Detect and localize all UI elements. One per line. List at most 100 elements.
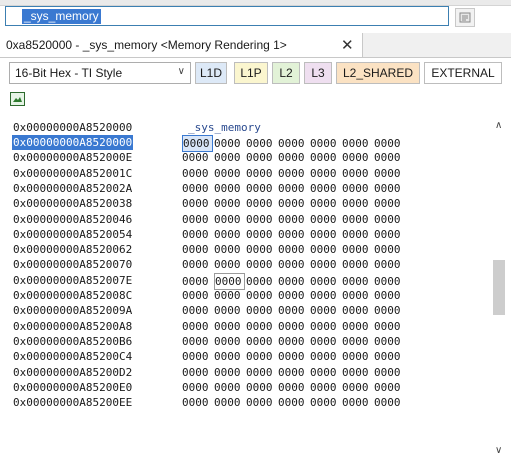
memory-word-cell[interactable]: 0000 <box>182 365 214 380</box>
memory-word-cell[interactable]: 0000 <box>278 365 310 380</box>
memory-word-cell[interactable]: 0000 <box>182 150 214 165</box>
memory-word-cell[interactable]: 0000 <box>214 166 246 181</box>
memory-word-cell[interactable]: 0000 <box>278 242 310 257</box>
memory-word-cell[interactable]: 0000 <box>182 349 214 364</box>
memory-word-cell[interactable]: 0000 <box>182 196 214 211</box>
memory-word-cell[interactable]: 0000 <box>278 212 310 227</box>
new-rendering-button[interactable] <box>455 8 475 27</box>
memory-word-cell[interactable]: 0000 <box>246 150 278 165</box>
row-address[interactable]: 0x00000000A852009A <box>13 303 132 318</box>
memory-word-cell[interactable]: 0000 <box>278 150 310 165</box>
memory-address-input[interactable]: _sys_memory <box>5 6 449 26</box>
memory-word-cell[interactable]: 0000 <box>278 288 310 303</box>
memory-word-cell[interactable]: 0000 <box>374 380 406 395</box>
memory-word-cell[interactable]: 0000 <box>310 150 342 165</box>
memory-word-cell[interactable]: 0000 <box>182 334 214 349</box>
memory-word-cell[interactable]: 0000 <box>342 136 374 151</box>
row-address[interactable]: 0x00000000A85200D2 <box>13 365 132 380</box>
memory-word-cell[interactable]: 0000 <box>214 196 246 211</box>
memory-word-cell[interactable]: 0000 <box>246 274 278 289</box>
memory-word-cell[interactable]: 0000 <box>214 319 246 334</box>
memory-word-cell[interactable]: 0000 <box>310 395 342 410</box>
tab-memory-rendering[interactable]: 0xa8520000 - _sys_memory <Memory Renderi… <box>0 33 363 57</box>
memory-word-cell[interactable]: 0000 <box>374 257 406 272</box>
memory-word-cell[interactable]: 0000 <box>342 181 374 196</box>
memory-word-cell[interactable]: 0000 <box>246 196 278 211</box>
memory-word-cell[interactable]: 0000 <box>246 181 278 196</box>
memory-word-cell[interactable]: 0000 <box>214 395 246 410</box>
memory-word-cell[interactable]: 0000 <box>278 380 310 395</box>
vertical-scrollbar[interactable]: ∧ ∨ <box>488 112 511 458</box>
memory-word-cell[interactable]: 0000 <box>246 319 278 334</box>
memory-word-cell[interactable]: 0000 <box>310 181 342 196</box>
memory-word-cell[interactable]: 0000 <box>374 365 406 380</box>
row-address[interactable]: 0x00000000A8520054 <box>13 227 132 242</box>
memory-word-cell[interactable]: 0000 <box>310 288 342 303</box>
memory-word-cell[interactable]: 0000 <box>246 166 278 181</box>
memory-word-cell[interactable]: 0000 <box>214 257 246 272</box>
memory-word-cell[interactable]: 0000 <box>214 303 246 318</box>
memory-word-cell[interactable]: 0000 <box>278 181 310 196</box>
memory-word-cell[interactable]: 0000 <box>374 274 406 289</box>
row-address[interactable]: 0x00000000A852000E <box>13 150 132 165</box>
memory-word-cell[interactable]: 0000 <box>182 212 214 227</box>
row-address[interactable]: 0x00000000A85200E0 <box>13 380 132 395</box>
row-address[interactable]: 0x00000000A852007E <box>13 273 132 288</box>
memory-word-cell[interactable]: 0000 <box>182 319 214 334</box>
memory-word-cell[interactable]: 0000 <box>214 349 246 364</box>
memory-word-cell[interactable]: 0000 <box>278 319 310 334</box>
memory-word-cell[interactable]: 0000 <box>342 227 374 242</box>
cache-level-button-l1p[interactable]: L1P <box>234 62 268 84</box>
row-address[interactable]: 0x00000000A8520038 <box>13 196 132 211</box>
memory-word-cell[interactable]: 0000 <box>214 288 246 303</box>
row-address[interactable]: 0x00000000A852008C <box>13 288 132 303</box>
scrollbar-thumb[interactable] <box>493 260 505 315</box>
memory-word-cell[interactable]: 0000 <box>310 349 342 364</box>
memory-word-cell[interactable]: 0000 <box>214 181 246 196</box>
memory-word-cell[interactable]: 0000 <box>278 274 310 289</box>
memory-word-cell[interactable]: 0000 <box>342 365 374 380</box>
memory-word-cell[interactable]: 0000 <box>310 242 342 257</box>
memory-word-cell[interactable]: 0000 <box>182 274 214 289</box>
image-icon[interactable] <box>10 92 25 106</box>
row-address[interactable]: 0x00000000A8520070 <box>13 257 132 272</box>
memory-word-cell[interactable]: 0000 <box>246 349 278 364</box>
memory-word-cell[interactable]: 0000 <box>182 242 214 257</box>
memory-word-cell[interactable]: 0000 <box>214 136 246 151</box>
row-address[interactable]: 0x00000000A85200EE <box>13 395 132 410</box>
memory-word-cell[interactable]: 0000 <box>374 196 406 211</box>
memory-word-cell[interactable]: 0000 <box>310 166 342 181</box>
memory-word-cell[interactable]: 0000 <box>182 181 214 196</box>
memory-word-cell[interactable]: 0000 <box>246 136 278 151</box>
memory-word-cell[interactable]: 0000 <box>342 288 374 303</box>
memory-word-cell[interactable]: 0000 <box>374 181 406 196</box>
memory-word-cell[interactable]: 0000 <box>214 212 246 227</box>
memory-word-cell[interactable]: 0000 <box>374 319 406 334</box>
memory-word-cell[interactable]: 0000 <box>374 242 406 257</box>
memory-word-cell[interactable]: 0000 <box>342 274 374 289</box>
memory-word-cell[interactable]: 0000 <box>310 303 342 318</box>
memory-word-cell[interactable]: 0000 <box>374 303 406 318</box>
row-address[interactable]: 0x00000000A8520062 <box>13 242 132 257</box>
memory-word-cell[interactable]: 0000 <box>310 380 342 395</box>
memory-word-cell[interactable]: 0000 <box>310 365 342 380</box>
row-address[interactable]: 0x00000000A852001C <box>13 166 132 181</box>
memory-word-cell[interactable]: 0000 <box>278 166 310 181</box>
memory-word-cell[interactable]: 0000 <box>214 365 246 380</box>
memory-word-cell[interactable]: 0000 <box>182 166 214 181</box>
cache-level-button-l3[interactable]: L3 <box>304 62 332 84</box>
memory-word-cell[interactable]: 0000 <box>246 288 278 303</box>
memory-word-cell[interactable]: 0000 <box>246 212 278 227</box>
memory-word-cell[interactable]: 0000 <box>342 242 374 257</box>
row-address[interactable]: 0x00000000A85200C4 <box>13 349 132 364</box>
memory-word-cell[interactable]: 0000 <box>278 136 310 151</box>
memory-word-cell[interactable]: 0000 <box>214 334 246 349</box>
memory-word-cell[interactable]: 0000 <box>342 150 374 165</box>
memory-word-cell[interactable]: 0000 <box>182 227 214 242</box>
memory-word-cell[interactable]: 0000 <box>246 257 278 272</box>
memory-word-cell[interactable]: 0000 <box>374 288 406 303</box>
memory-view[interactable]: 0x00000000A8520000 _sys_memory 0x0000000… <box>0 112 488 458</box>
row-address[interactable]: 0x00000000A852002A <box>13 181 132 196</box>
memory-word-cell[interactable]: 0000 <box>182 257 214 272</box>
memory-word-cell[interactable]: 0000 <box>246 334 278 349</box>
